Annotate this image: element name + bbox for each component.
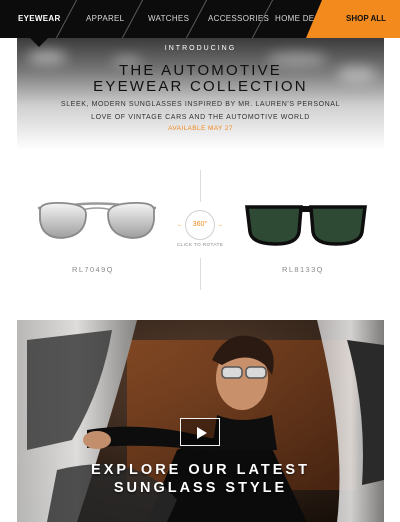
rotate-right-arrow-icon: → (217, 222, 223, 228)
hero-intro: INTRODUCING (164, 45, 237, 52)
hero-title-line2: EYEWEAR COLLECTION (93, 78, 308, 95)
active-nav-indicator (30, 38, 48, 47)
nav-item-watches[interactable]: WATCHES (148, 0, 189, 38)
product-divider (200, 170, 201, 202)
product-divider (200, 258, 201, 290)
play-button[interactable] (180, 418, 220, 446)
scene-headline-line2[interactable]: SUNGLASS STYLE (17, 480, 384, 496)
hero-title-line1: THE AUTOMOTIVE (118, 62, 283, 79)
play-icon (197, 427, 207, 439)
bokeh-light (27, 50, 67, 64)
hero-subtitle-line1: SLEEK, MODERN SUNGLASSES INSPIRED BY MR.… (60, 101, 341, 108)
rotate-360-button[interactable]: 360° (185, 210, 215, 240)
product-code-rl8133q[interactable]: RL8133Q (282, 265, 324, 274)
product-code-rl7049q[interactable]: RL7049Q (72, 265, 114, 274)
square-sunglasses-image[interactable] (244, 202, 368, 248)
availability-date: AVAILABLE MAY 27 (168, 125, 233, 132)
shop-all-label[interactable]: SHOP ALL (346, 0, 386, 38)
nav-separator (121, 0, 144, 38)
hero-subtitle-line2: LOVE OF VINTAGE CARS AND THE AUTOMOTIVE … (91, 114, 310, 121)
nav-item-eyewear[interactable]: EYEWEAR (18, 0, 61, 38)
nav-item-apparel[interactable]: APPAREL (86, 0, 124, 38)
rotate-left-arrow-icon: ← (177, 222, 183, 228)
scene-headline-line1[interactable]: EXPLORE OUR LATEST (17, 462, 384, 478)
aviator-sunglasses-image[interactable] (36, 196, 158, 248)
video-banner[interactable]: EXPLORE OUR LATEST SUNGLASS STYLE (17, 320, 384, 522)
rotate-label: CLICK TO ROTATE (176, 243, 224, 248)
top-nav: EYEWEAR APPAREL WATCHES ACCESSORIES HOME… (0, 0, 400, 38)
nav-item-accessories[interactable]: ACCESSORIES (208, 0, 269, 38)
hero-banner: INTRODUCING THE AUTOMOTIVE EYEWEAR COLLE… (17, 38, 384, 150)
